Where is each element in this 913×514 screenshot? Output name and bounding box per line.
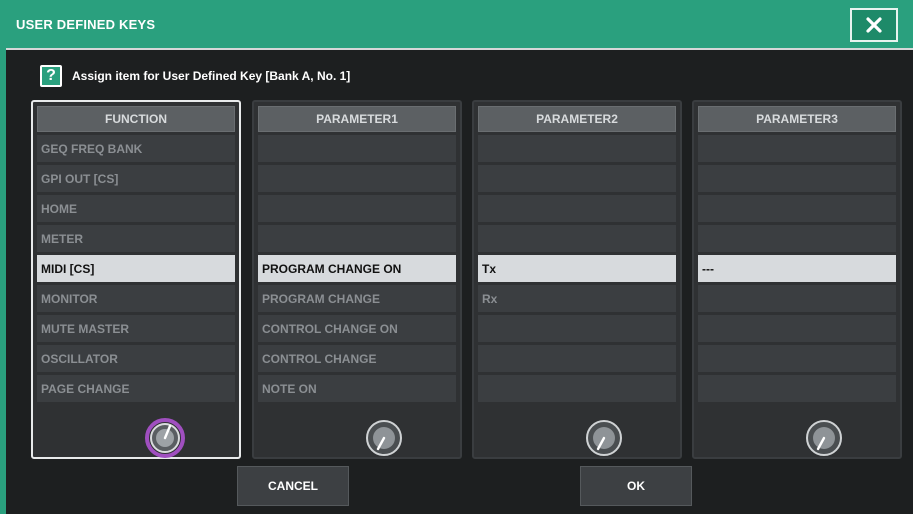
user-defined-keys-window: USER DEFINED KEYS ? Assign item for User…	[0, 0, 913, 514]
help-icon[interactable]: ?	[40, 65, 62, 87]
parameter3-header: PARAMETER3	[698, 106, 896, 132]
rotary-knob-icon	[804, 420, 844, 462]
parameter1-item[interactable]: CONTROL CHANGE	[258, 345, 456, 372]
parameter2-item[interactable]	[478, 345, 676, 372]
function-item-selected[interactable]: MIDI [CS]	[37, 255, 235, 282]
parameter1-item[interactable]: PROGRAM CHANGE	[258, 285, 456, 312]
function-item[interactable]: METER	[37, 225, 235, 252]
function-item[interactable]: PAGE CHANGE	[37, 375, 235, 402]
parameter1-item[interactable]	[258, 165, 456, 192]
help-row: ? Assign item for User Defined Key [Bank…	[40, 64, 350, 88]
parameter2-knob[interactable]	[584, 418, 624, 458]
rotary-knob-icon	[584, 420, 624, 462]
rotary-knob-icon	[364, 420, 404, 462]
parameter2-item[interactable]	[478, 375, 676, 402]
function-item[interactable]: GEQ FREQ BANK	[37, 135, 235, 162]
title-bar: USER DEFINED KEYS	[6, 0, 913, 48]
parameter1-item[interactable]	[258, 195, 456, 222]
parameter3-item[interactable]	[698, 135, 896, 162]
parameter2-item[interactable]	[478, 135, 676, 162]
close-icon	[865, 16, 883, 34]
parameter2-item[interactable]	[478, 315, 676, 342]
dialog-content: ? Assign item for User Defined Key [Bank…	[6, 50, 913, 514]
cancel-button[interactable]: CANCEL	[237, 466, 349, 506]
parameter2-list[interactable]: PARAMETER2 Tx Rx	[472, 100, 682, 459]
parameter3-item[interactable]	[698, 315, 896, 342]
function-item[interactable]: GPI OUT [CS]	[37, 165, 235, 192]
parameter2-item[interactable]	[478, 165, 676, 192]
parameter3-item[interactable]	[698, 225, 896, 252]
function-item[interactable]: HOME	[37, 195, 235, 222]
parameter2-header: PARAMETER2	[478, 106, 676, 132]
rotary-knob-icon	[145, 418, 185, 462]
parameter1-item[interactable]: NOTE ON	[258, 375, 456, 402]
parameter1-item[interactable]	[258, 225, 456, 252]
ok-button[interactable]: OK	[580, 466, 692, 506]
help-text: Assign item for User Defined Key [Bank A…	[72, 69, 351, 83]
parameter1-item[interactable]	[258, 135, 456, 162]
parameter3-item[interactable]	[698, 375, 896, 402]
parameter1-item[interactable]: CONTROL CHANGE ON	[258, 315, 456, 342]
function-list[interactable]: FUNCTION GEQ FREQ BANK GPI OUT [CS] HOME…	[31, 100, 241, 459]
close-button[interactable]	[850, 8, 898, 42]
parameter3-item[interactable]	[698, 285, 896, 312]
parameter2-item[interactable]: Rx	[478, 285, 676, 312]
function-item[interactable]: MUTE MASTER	[37, 315, 235, 342]
parameter3-item[interactable]	[698, 345, 896, 372]
parameter1-header: PARAMETER1	[258, 106, 456, 132]
function-item[interactable]: OSCILLATOR	[37, 345, 235, 372]
parameter3-knob[interactable]	[804, 418, 844, 458]
parameter2-item[interactable]	[478, 225, 676, 252]
parameter1-knob[interactable]	[364, 418, 404, 458]
parameter1-item-selected[interactable]: PROGRAM CHANGE ON	[258, 255, 456, 282]
function-header: FUNCTION	[37, 106, 235, 132]
parameter3-item-selected[interactable]: ---	[698, 255, 896, 282]
parameter3-item[interactable]	[698, 165, 896, 192]
function-item[interactable]: MONITOR	[37, 285, 235, 312]
parameter2-item[interactable]	[478, 195, 676, 222]
parameter3-list[interactable]: PARAMETER3 ---	[692, 100, 902, 459]
parameter2-item-selected[interactable]: Tx	[478, 255, 676, 282]
parameter1-list[interactable]: PARAMETER1 PROGRAM CHANGE ON PROGRAM CHA…	[252, 100, 462, 459]
function-knob[interactable]	[145, 418, 185, 458]
parameter3-item[interactable]	[698, 195, 896, 222]
window-title: USER DEFINED KEYS	[16, 17, 156, 32]
